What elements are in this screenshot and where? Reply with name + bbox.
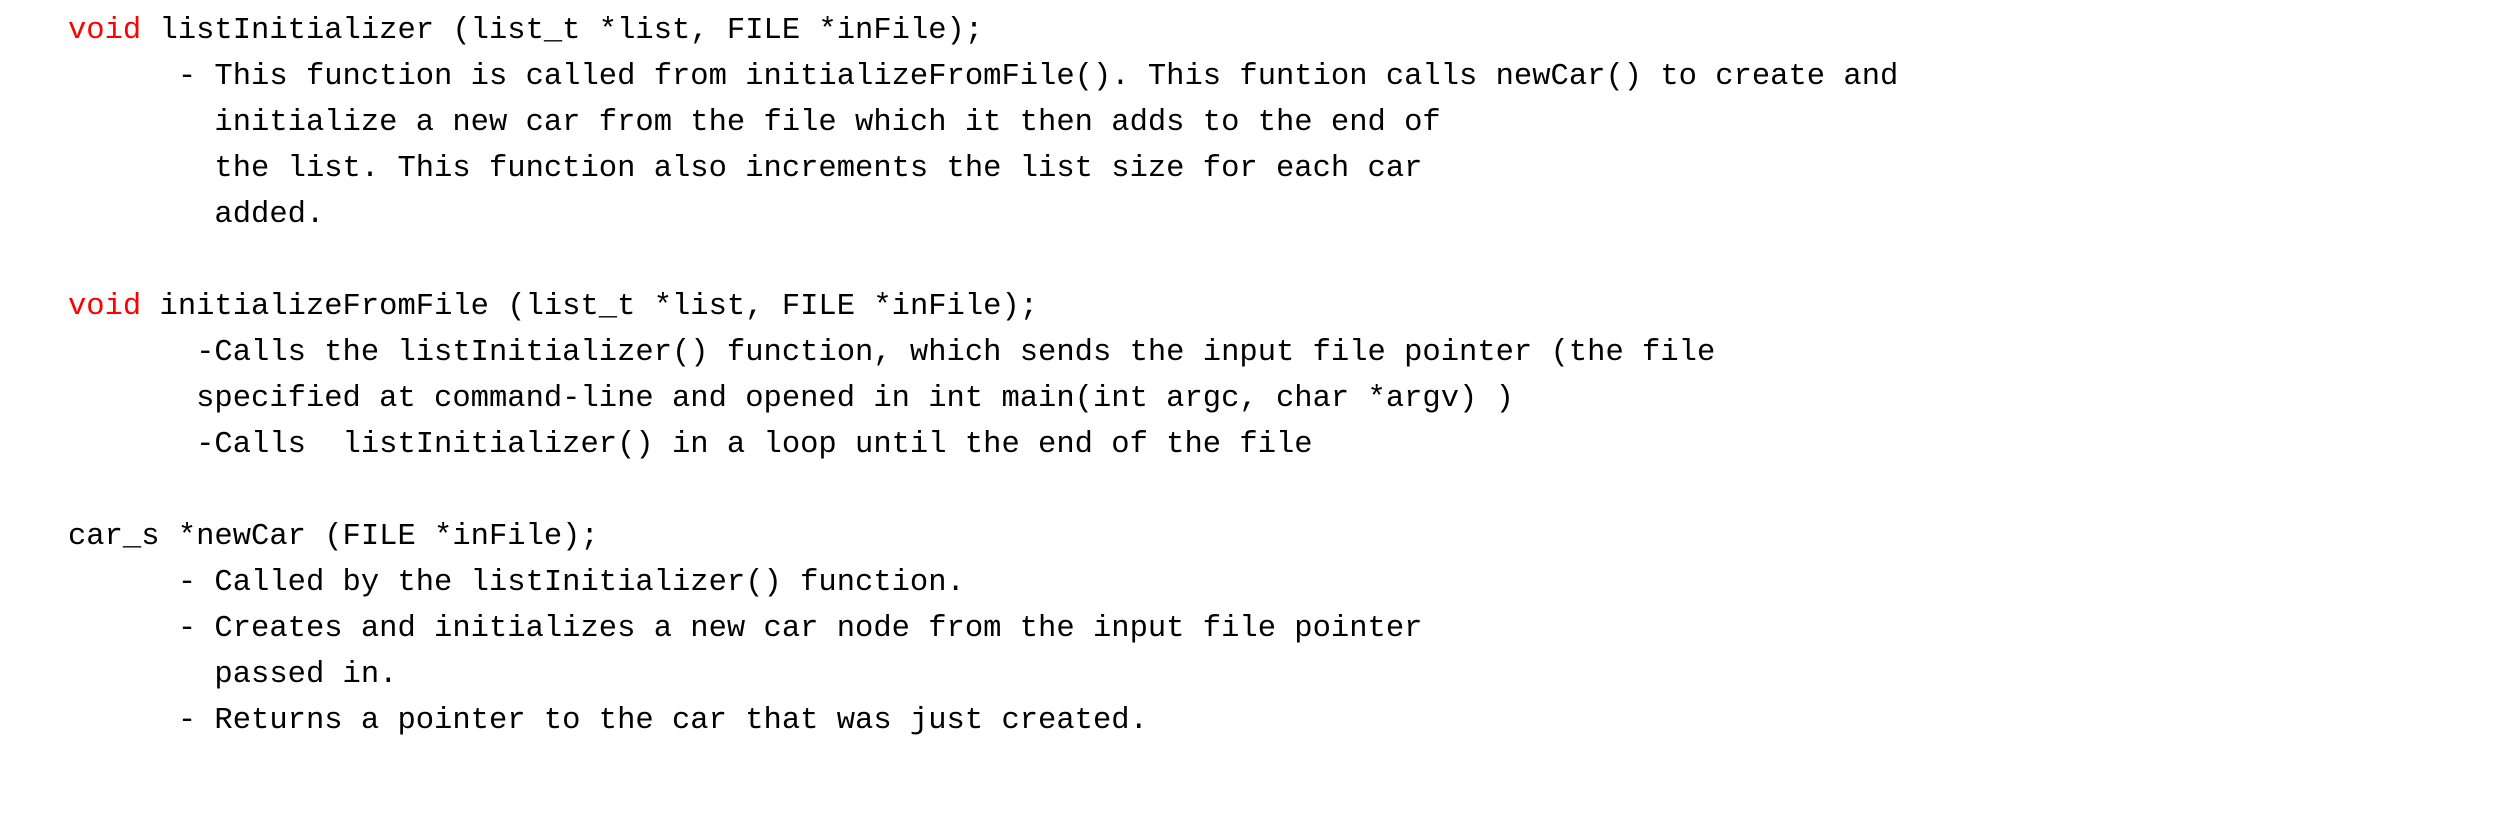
description-line: added. — [68, 198, 325, 232]
description-line: - Creates and initializes a new car node… — [68, 612, 1423, 646]
signature-text-new-car: car_s *newCar (FILE *inFile); — [68, 520, 599, 554]
function-signature-list-initializer: void listInitializer (list_t *list, FILE… — [0, 8, 2510, 54]
description-line: initialize a new car from the file which… — [68, 106, 1441, 140]
description-line: - This function is called from initializ… — [68, 60, 1899, 94]
description-line: the list. This function also increments … — [68, 152, 1423, 186]
function-signature-initialize-from-file: void initializeFromFile (list_t *list, F… — [0, 284, 2510, 330]
keyword-initialize-from-file: void — [68, 290, 142, 324]
function-signature-new-car: car_s *newCar (FILE *inFile); — [0, 514, 2510, 560]
description-line: -Calls listInitializer() in a loop until… — [68, 428, 1313, 462]
description-line: passed in. — [68, 658, 398, 692]
keyword-list-initializer: void — [68, 14, 142, 48]
description-line: specified at command-line and opened in … — [68, 382, 1514, 416]
signature-text-list-initializer: listInitializer (list_t *list, FILE *inF… — [141, 14, 984, 48]
description-line: - Called by the listInitializer() functi… — [68, 566, 965, 600]
document-page: void listInitializer (list_t *list, FILE… — [0, 0, 2510, 818]
description-line: -Calls the listInitializer() function, w… — [68, 336, 1716, 370]
description-line: - Returns a pointer to the car that was … — [68, 704, 1148, 738]
signature-text-initialize-from-file: initializeFromFile (list_t *list, FILE *… — [141, 290, 1039, 324]
code-notes-block: void listInitializer (list_t *list, FILE… — [0, 0, 2510, 744]
